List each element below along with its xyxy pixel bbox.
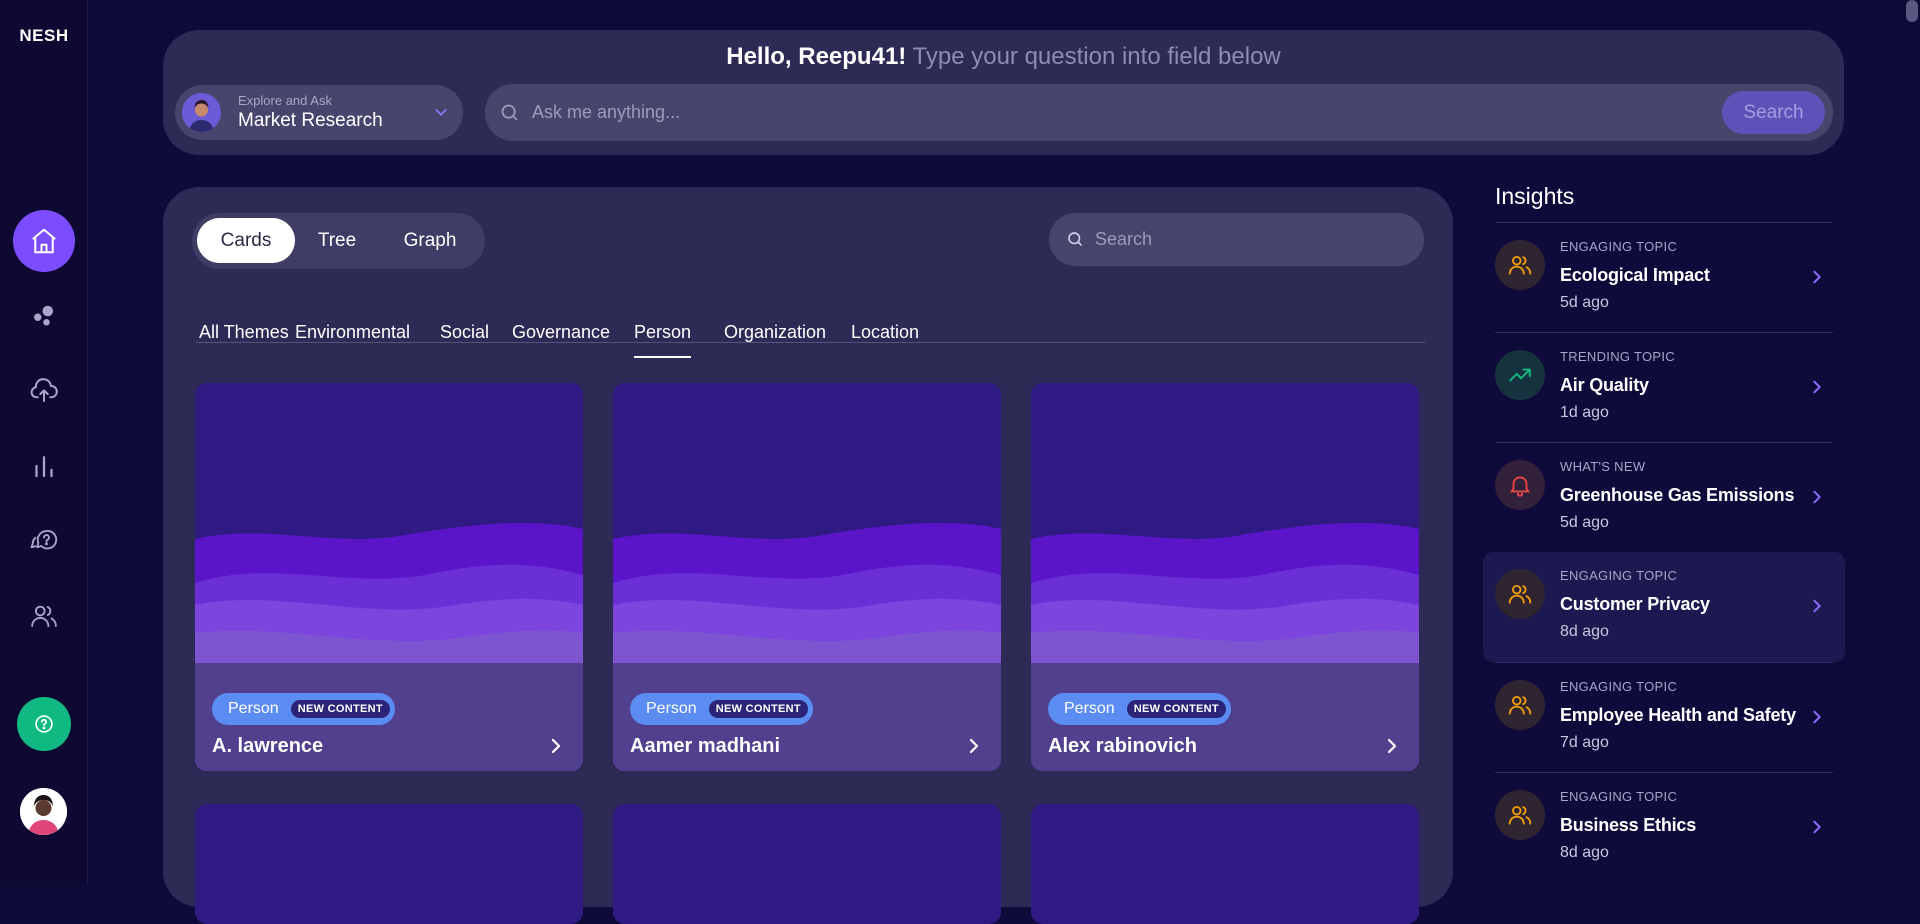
upload-icon[interactable] (13, 360, 75, 422)
chevron-right-icon[interactable] (965, 735, 983, 762)
view-toggle: Cards Tree Graph (192, 213, 485, 269)
new-content-badge: NEW CONTENT (1126, 700, 1226, 718)
analytics-icon[interactable] (13, 435, 75, 497)
topic-value: Market Research (238, 110, 383, 131)
entity-card[interactable] (613, 804, 1001, 924)
people-icon (1495, 240, 1545, 290)
entity-card[interactable] (1031, 804, 1419, 924)
insight-item-selected[interactable]: ENGAGING TOPIC Customer Privacy 8d ago (1483, 552, 1845, 662)
new-content-badge: NEW CONTENT (290, 700, 390, 718)
tab-social[interactable]: Social (440, 322, 489, 343)
bell-icon (1495, 460, 1545, 510)
tab-location[interactable]: Location (851, 322, 919, 343)
tab-tree[interactable]: Tree (302, 218, 372, 263)
new-content-badge: NEW CONTENT (708, 700, 808, 718)
chevron-right-icon[interactable] (1809, 266, 1825, 293)
content-panel: Cards Tree Graph All Themes Environmenta… (163, 187, 1453, 924)
ask-input[interactable] (532, 92, 1732, 132)
insight-title: Business Ethics (1560, 815, 1697, 835)
tab-organization[interactable]: Organization (724, 322, 826, 343)
help-icon[interactable] (17, 697, 71, 751)
tab-cards[interactable]: Cards (197, 218, 295, 263)
card-title: Alex rabinovich (1048, 735, 1197, 757)
insight-title: Air Quality (1560, 375, 1649, 395)
topic-avatar (182, 93, 221, 132)
insight-time: 7d ago (1560, 734, 1609, 751)
users-icon[interactable] (13, 585, 75, 647)
insight-item[interactable]: ENGAGING TOPIC Employee Health and Safet… (1495, 662, 1833, 772)
home-icon[interactable] (13, 210, 75, 272)
card-type-tag: Person NEW CONTENT (212, 693, 395, 725)
chevron-right-icon[interactable] (1809, 595, 1825, 622)
sidebar: NESH (0, 0, 88, 885)
chevron-right-icon[interactable] (547, 735, 565, 762)
card-type-label: Person (228, 700, 279, 717)
card-title: A. lawrence (212, 735, 324, 757)
entity-card[interactable]: Person NEW CONTENT Aamer madhani (613, 383, 1001, 771)
insight-kicker: ENGAGING TOPIC (1560, 239, 1678, 254)
insight-kicker: WHAT'S NEW (1560, 459, 1646, 474)
content-search-input[interactable] (1095, 221, 1395, 258)
chevron-down-icon[interactable] (433, 104, 449, 125)
chevron-right-icon[interactable] (1383, 735, 1401, 762)
people-icon (1495, 680, 1545, 730)
insight-time: 8d ago (1560, 623, 1609, 640)
card-type-tag: Person NEW CONTENT (630, 693, 813, 725)
tab-all-themes[interactable]: All Themes (199, 322, 289, 343)
card-type-tag: Person NEW CONTENT (1048, 693, 1231, 725)
questions-icon[interactable] (13, 510, 75, 572)
insight-item[interactable]: ENGAGING TOPIC Business Ethics 8d ago (1495, 772, 1833, 882)
insights-list: ENGAGING TOPIC Ecological Impact 5d ago … (1483, 222, 1845, 882)
tab-environmental[interactable]: Environmental (295, 322, 410, 343)
card-type-label: Person (1064, 700, 1115, 717)
ask-panel: Hello, Reepu41! Type your question into … (163, 30, 1844, 155)
insight-time: 5d ago (1560, 294, 1609, 311)
greeting: Hello, Reepu41! Type your question into … (163, 43, 1844, 71)
insight-title: Greenhouse Gas Emissions (1560, 485, 1795, 505)
chevron-right-icon[interactable] (1809, 486, 1825, 513)
search-icon (499, 102, 520, 128)
page-scrollbar[interactable] (1906, 0, 1918, 22)
clusters-icon[interactable] (13, 285, 75, 347)
people-icon (1495, 790, 1545, 840)
insight-time: 8d ago (1560, 844, 1609, 861)
ask-search-button[interactable]: Search (1722, 91, 1825, 134)
insight-item[interactable]: WHAT'S NEW Greenhouse Gas Emissions 5d a… (1495, 442, 1833, 552)
chevron-right-icon[interactable] (1809, 706, 1825, 733)
people-icon (1495, 569, 1545, 619)
search-icon (1066, 230, 1084, 253)
card-type-label: Person (646, 700, 697, 717)
insight-title: Ecological Impact (1560, 265, 1710, 285)
insight-item[interactable]: TRENDING TOPIC Air Quality 1d ago (1495, 332, 1833, 442)
ask-search-box: Search (485, 84, 1833, 141)
greeting-name: Hello, Reepu41! (726, 43, 907, 70)
entity-card[interactable]: Person NEW CONTENT Alex rabinovich (1031, 383, 1419, 771)
insight-title: Employee Health and Safety (1560, 705, 1796, 725)
tab-graph[interactable]: Graph (382, 218, 478, 263)
insights-title: Insights (1495, 183, 1575, 209)
app-logo[interactable]: NESH (0, 26, 88, 46)
greeting-hint: Type your question into field below (912, 43, 1281, 70)
entity-card[interactable]: Person NEW CONTENT A. lawrence (195, 383, 583, 771)
insight-kicker: TRENDING TOPIC (1560, 349, 1675, 364)
insight-kicker: ENGAGING TOPIC (1560, 789, 1678, 804)
tab-person[interactable]: Person (634, 322, 692, 358)
chevron-right-icon[interactable] (1809, 376, 1825, 403)
entity-card[interactable] (195, 804, 583, 924)
user-avatar[interactable] (20, 788, 67, 835)
insight-title: Customer Privacy (1560, 594, 1710, 614)
theme-tabs: All Themes Environmental Social Governan… (196, 322, 1425, 358)
card-title: Aamer madhani (630, 735, 781, 757)
content-search-box (1049, 213, 1424, 266)
insight-kicker: ENGAGING TOPIC (1560, 568, 1678, 583)
insight-item[interactable]: ENGAGING TOPIC Ecological Impact 5d ago (1495, 222, 1833, 332)
insight-kicker: ENGAGING TOPIC (1560, 679, 1678, 694)
trending-icon (1495, 350, 1545, 400)
insight-time: 5d ago (1560, 514, 1609, 531)
chevron-right-icon[interactable] (1809, 816, 1825, 843)
insight-time: 1d ago (1560, 404, 1609, 421)
tab-governance[interactable]: Governance (512, 322, 610, 343)
topic-caption: Explore and Ask (238, 93, 332, 108)
topic-select[interactable]: Explore and Ask Market Research (175, 85, 463, 140)
